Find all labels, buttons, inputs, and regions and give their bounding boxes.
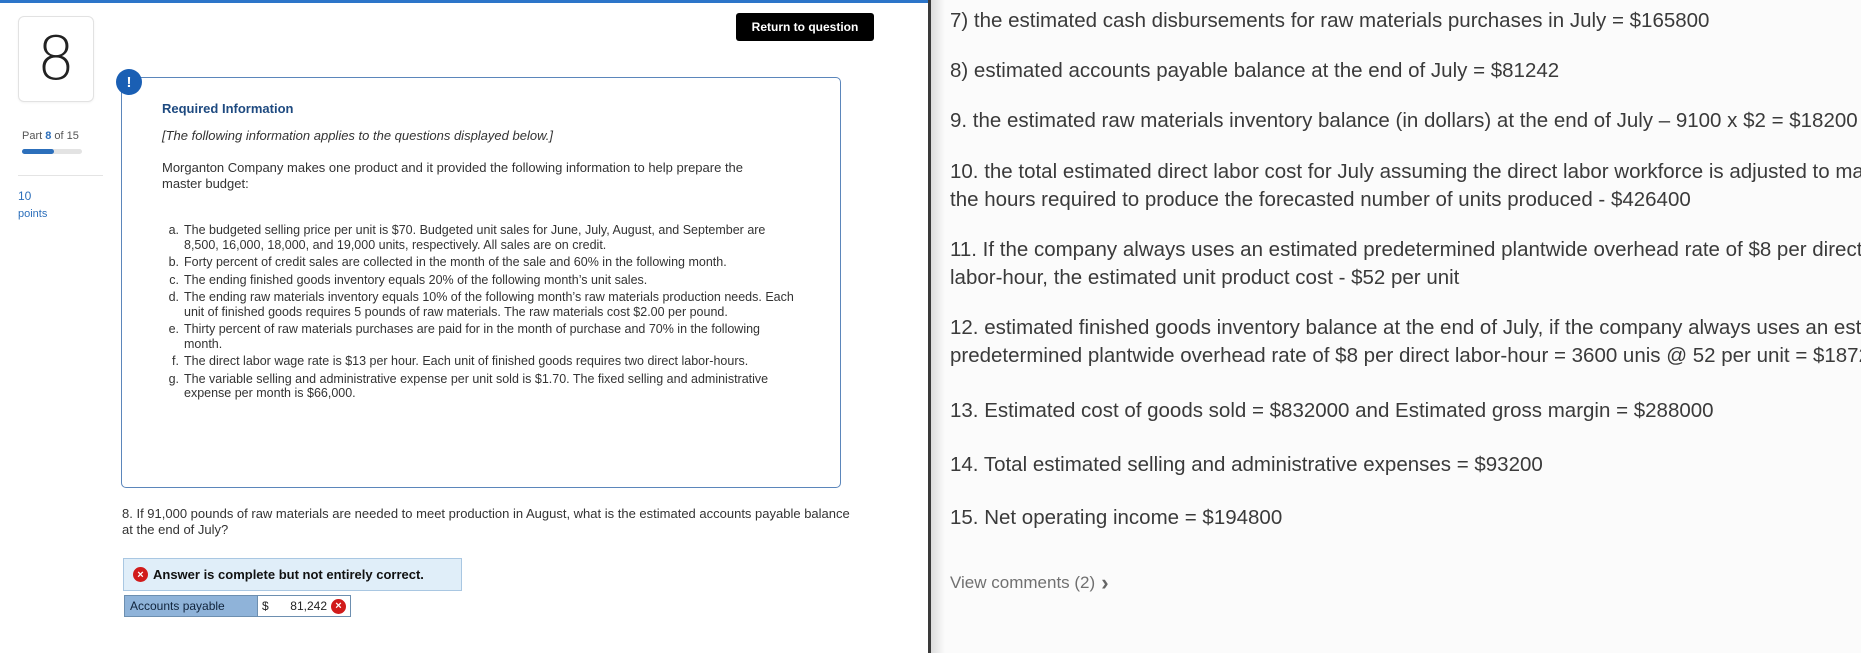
answer-line-7: 7) the estimated cash disbursements for … [950,9,1710,32]
info-title: Required Information [162,101,294,116]
incorrect-icon: × [331,598,346,614]
item-letter: d. [168,290,179,304]
info-note: [The following information applies to th… [162,128,553,143]
points-label: points [18,208,48,220]
answer-field[interactable]: $ 81,242 × [258,596,350,616]
item-letter: c. [169,272,179,287]
error-icon: × [133,567,148,582]
answer-line-9: 9. the estimated raw materials inventory… [950,109,1858,132]
question-pane: 8 Part 8 of 15 10 points Return to quest… [0,0,930,653]
list-item: g. The variable selling and administrativ… [166,372,796,401]
list-item: b. Forty percent of credit sales are coll… [166,255,796,270]
item-text: Forty percent of credit sales are collec… [184,255,727,269]
answer-line-14: 14. Total estimated selling and administ… [950,453,1543,476]
answer-line-15: 15. Net operating income = $194800 [950,506,1283,529]
info-intro: Morganton Company makes one product and … [162,160,744,191]
answer-line-10: 10. the total estimated direct labor cos… [950,160,1861,211]
answer-line-11: 11. If the company always uses an estima… [950,238,1861,289]
list-item: d. The ending raw materials inventory equ… [166,290,796,319]
list-item: f. The direct labor wage rate is $13 per … [166,354,796,369]
side-divider [18,175,103,176]
item-letter: e. [168,322,179,336]
view-comments-label: View comments (2) [950,573,1096,592]
view-comments-link[interactable]: View comments (2) › [950,572,1109,594]
item-text: The variable selling and administrative … [184,371,769,401]
points-value: 10 [18,189,32,203]
answer-line-12: 12. estimated finished goods inventory b… [950,316,1861,367]
item-text: The budgeted selling price per unit is $… [184,223,766,252]
currency-symbol: $ [262,599,269,613]
item-text: The ending raw materials inventory equal… [184,290,794,319]
item-text: The direct labor wage rate is $13 per ho… [184,354,749,368]
answer-line-8: 8) estimated accounts payable balance at… [950,59,1560,82]
question-number: 8 [18,16,94,102]
list-item: e. Thirty percent of raw materials purcha… [166,322,796,351]
item-text: Thirty percent of raw materials purchase… [184,322,761,351]
info-list: a. The budgeted selling price per unit is… [166,223,796,404]
item-letter: b. [168,255,179,269]
answer-label: Accounts payable [125,596,258,616]
return-to-question-button[interactable]: Return to question [736,13,874,41]
list-item: a. The budgeted selling price per unit is… [166,223,796,252]
answer-value: 81,242 [290,599,327,613]
answer-line-13: 13. Estimated cost of goods sold = $8320… [950,399,1714,422]
item-letter: a. [168,223,179,237]
pane-shadow [931,0,945,653]
item-letter: g. [168,371,179,386]
chevron-right-icon: › [1101,570,1109,595]
part-indicator: Part 8 of 15 [22,130,79,142]
answer-row: Accounts payable $ 81,242 × [124,595,351,617]
question-text: 8. If 91,000 pounds of raw materials are… [122,506,850,537]
alert-icon: ! [116,69,142,95]
answer-status-text: Answer is complete but not entirely corr… [153,567,424,582]
item-letter: f. [172,354,179,368]
part-prefix: Part [22,130,46,142]
list-item: c. The ending finished goods inventory eq… [166,273,796,288]
part-progress-bar [22,149,82,154]
required-information-box: Required Information [The following info… [121,77,841,488]
answer-status-banner: × Answer is complete but not entirely co… [123,558,462,591]
item-text: The ending finished goods inventory equa… [184,272,648,287]
part-progress-fill [22,149,54,154]
solution-pane: 7) the estimated cash disbursements for … [931,0,1861,653]
part-suffix: of 15 [51,130,79,142]
